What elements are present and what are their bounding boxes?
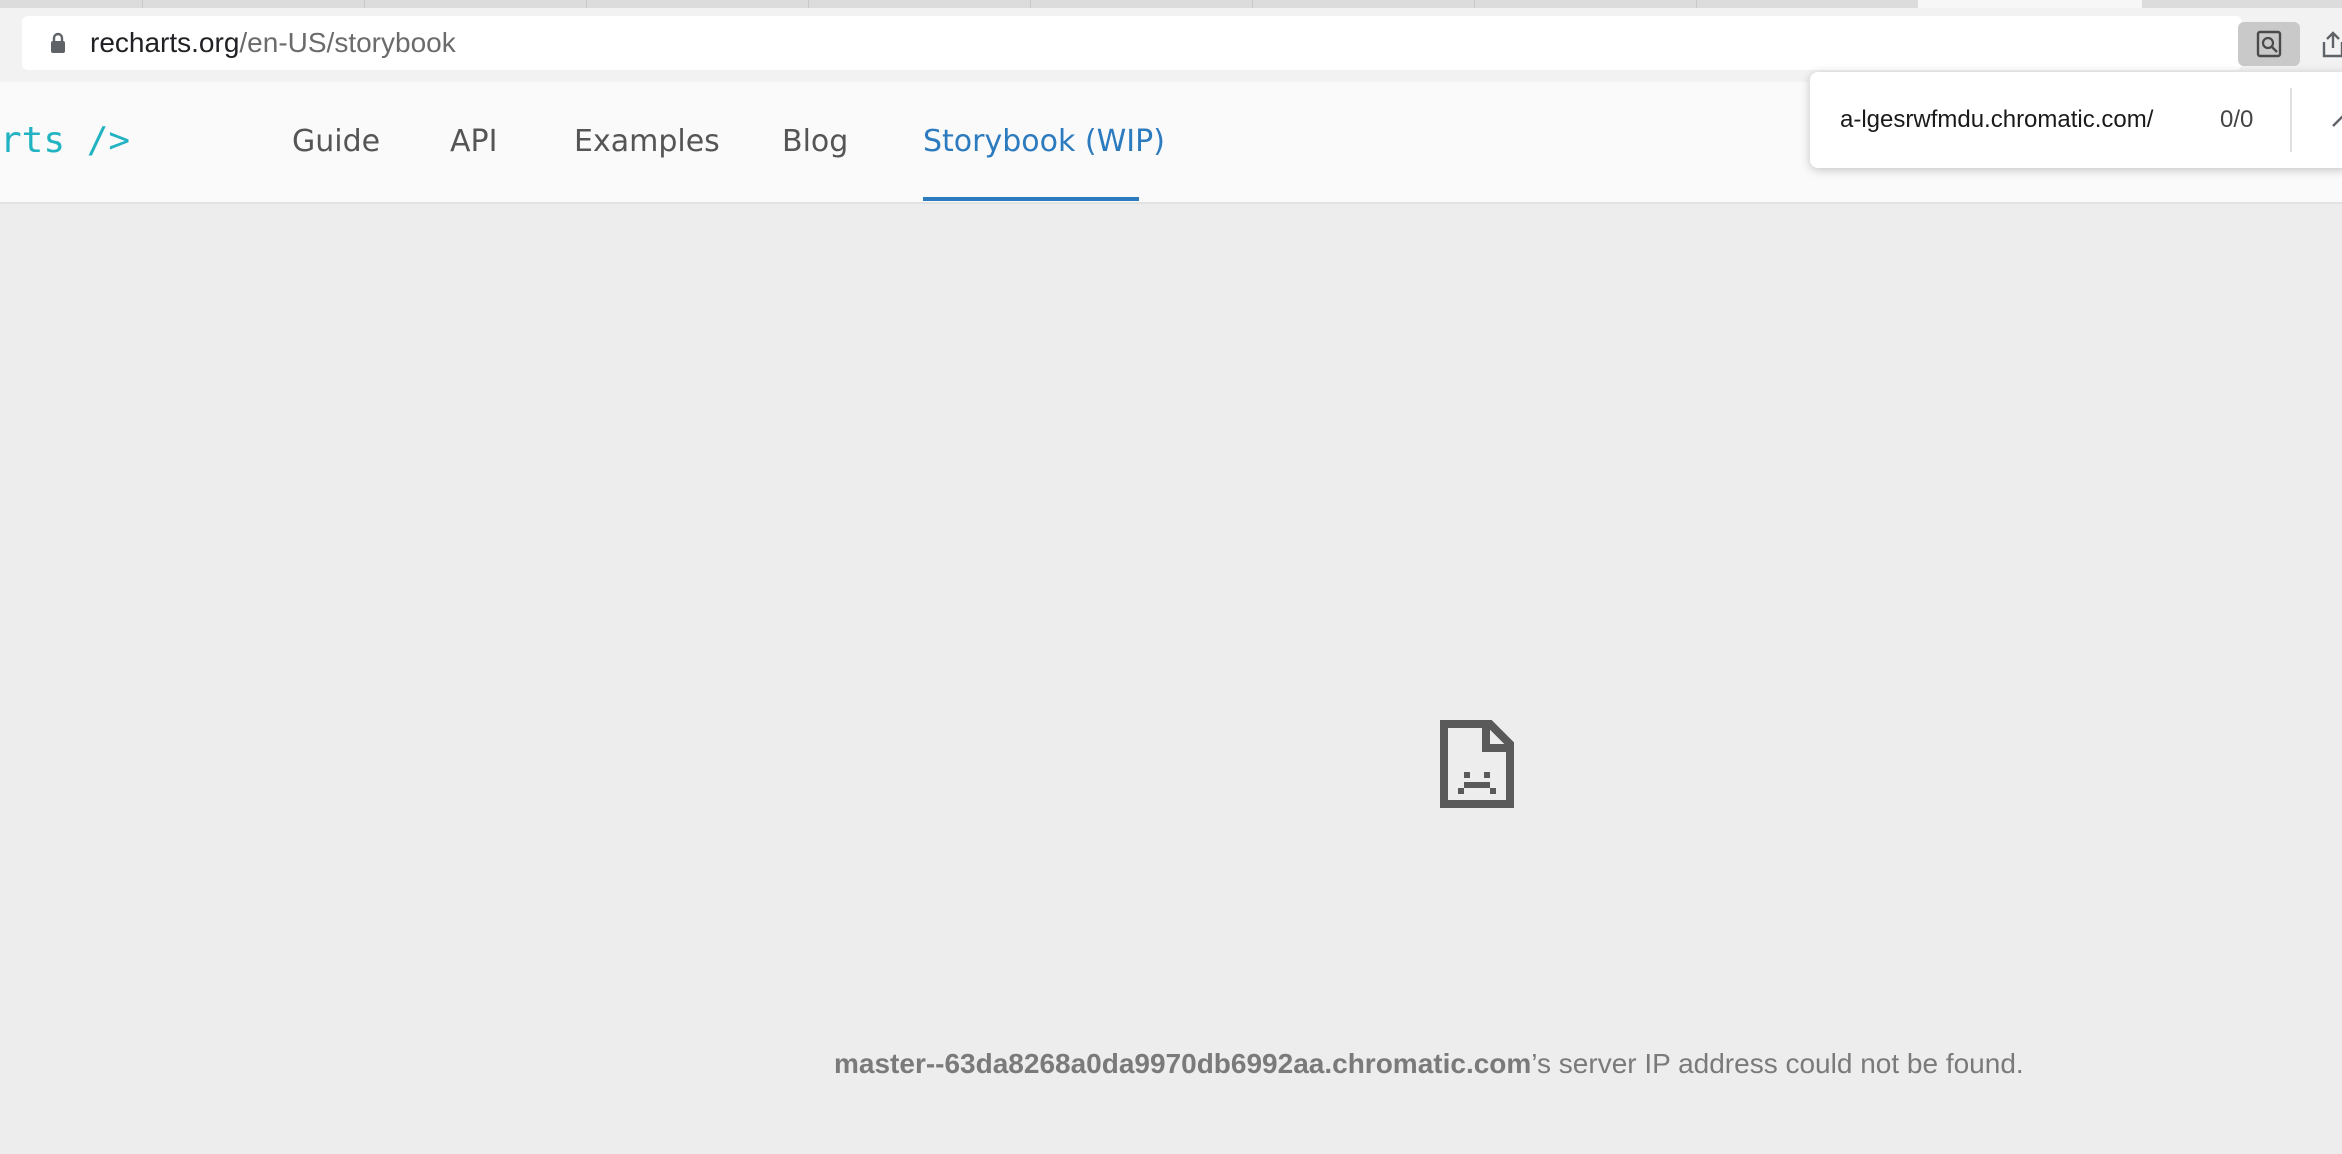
find-divider xyxy=(2290,88,2292,152)
nav-storybook[interactable]: Storybook (WIP) xyxy=(923,124,1165,159)
tab[interactable] xyxy=(0,0,143,8)
tab[interactable] xyxy=(1253,0,1475,8)
lock-icon xyxy=(51,32,65,53)
find-input[interactable]: a-lgesrwfmdu.chromatic.com/ xyxy=(1840,102,2200,138)
tab[interactable] xyxy=(1031,0,1253,8)
nav-api[interactable]: API xyxy=(450,124,497,159)
error-message: master--63da8268a0da9970db6992aa.chromat… xyxy=(834,1048,2024,1080)
tab[interactable] xyxy=(809,0,1031,8)
chevron-up-icon[interactable] xyxy=(2325,102,2342,138)
tab[interactable] xyxy=(1697,0,1919,8)
address-bar[interactable]: recharts.org/en-US/storybook xyxy=(22,16,2242,70)
tab[interactable] xyxy=(2142,0,2342,8)
find-bar: a-lgesrwfmdu.chromatic.com/ 0/0 xyxy=(1810,72,2342,168)
nav-guide[interactable]: Guide xyxy=(292,124,380,159)
active-tab[interactable] xyxy=(1918,0,2142,8)
tab[interactable] xyxy=(587,0,809,8)
active-nav-indicator xyxy=(923,197,1139,201)
tab-strip xyxy=(0,0,2342,8)
url-host: recharts.org xyxy=(90,27,240,58)
url-path: /en-US/storybook xyxy=(239,27,456,58)
content-area xyxy=(0,204,2342,1154)
tab[interactable] xyxy=(143,0,365,8)
tab[interactable] xyxy=(1475,0,1697,8)
error-host: master--63da8268a0da9970db6992aa.chromat… xyxy=(834,1048,1532,1079)
tab[interactable] xyxy=(365,0,587,8)
nav-blog[interactable]: Blog xyxy=(782,124,848,159)
browser-toolbar: recharts.org/en-US/storybook xyxy=(0,8,2342,82)
sad-file-icon xyxy=(1440,720,1514,808)
address-url[interactable]: recharts.org/en-US/storybook xyxy=(90,28,456,58)
find-in-page-icon xyxy=(2256,30,2282,58)
find-result-count: 0/0 xyxy=(2220,106,2254,133)
site-logo[interactable]: rts /> xyxy=(0,120,130,161)
error-text: ’s server IP address could not be found. xyxy=(1531,1048,2024,1079)
nav-examples[interactable]: Examples xyxy=(574,124,720,159)
share-icon[interactable] xyxy=(2318,30,2342,60)
find-in-page-button[interactable] xyxy=(2238,22,2300,66)
